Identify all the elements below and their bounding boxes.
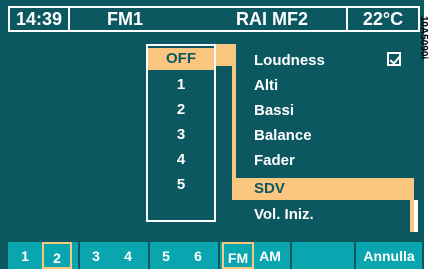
menu-item-loudness[interactable]: Loudness (254, 50, 325, 72)
status-header: 14:39 FM1 RAI MF2 22°C (8, 6, 420, 32)
loudness-checkbox[interactable] (387, 52, 401, 66)
figure-code: 10A5090i (418, 15, 430, 60)
menu-item-vol-iniz[interactable]: Vol. Iniz. (254, 204, 314, 226)
preset-1-button[interactable]: 1 (12, 242, 38, 269)
station-name: RAI MF2 (236, 9, 308, 29)
option-off[interactable]: OFF (148, 48, 214, 70)
sdv-options-list: OFF 1 2 3 4 5 (146, 44, 216, 222)
radio-display: 14:39 FM1 RAI MF2 22°C Loudness Alti Bas… (0, 0, 424, 269)
band-fm-button[interactable]: FM (222, 242, 254, 269)
menu-item-fader[interactable]: Fader (254, 150, 295, 172)
preset-4-button[interactable]: 4 (116, 242, 140, 269)
preset-6-button[interactable]: 6 (186, 242, 210, 269)
band-am-button[interactable]: AM (256, 242, 284, 269)
option-3[interactable]: 3 (148, 124, 214, 146)
outside-temperature: 22°C (362, 9, 404, 29)
menu-item-sdv[interactable]: SDV (232, 178, 414, 200)
menu-item-alti[interactable]: Alti (254, 75, 278, 97)
cancel-button[interactable]: Annulla (358, 242, 420, 269)
clock: 14:39 (15, 9, 63, 29)
softkey-divider (354, 242, 356, 269)
preset-3-button[interactable]: 3 (84, 242, 108, 269)
preset-2-button[interactable]: 2 (42, 242, 72, 269)
selection-connector (232, 44, 236, 200)
softkey-divider (218, 242, 220, 269)
option-1[interactable]: 1 (148, 74, 214, 96)
option-5[interactable]: 5 (148, 174, 214, 196)
softkey-divider (290, 242, 292, 269)
preset-5-button[interactable]: 5 (154, 242, 178, 269)
softkey-divider (78, 242, 80, 269)
softkey-divider (148, 242, 150, 269)
band-label: FM1 (107, 9, 143, 29)
option-2[interactable]: 2 (148, 99, 214, 121)
selection-connector (216, 44, 232, 66)
option-4[interactable]: 4 (148, 149, 214, 171)
menu-item-bassi[interactable]: Bassi (254, 100, 294, 122)
scroll-indicator (414, 200, 418, 232)
softkey-bar: 1 2 3 4 5 6 FM AM Annulla (8, 242, 422, 269)
menu-item-balance[interactable]: Balance (254, 125, 312, 147)
